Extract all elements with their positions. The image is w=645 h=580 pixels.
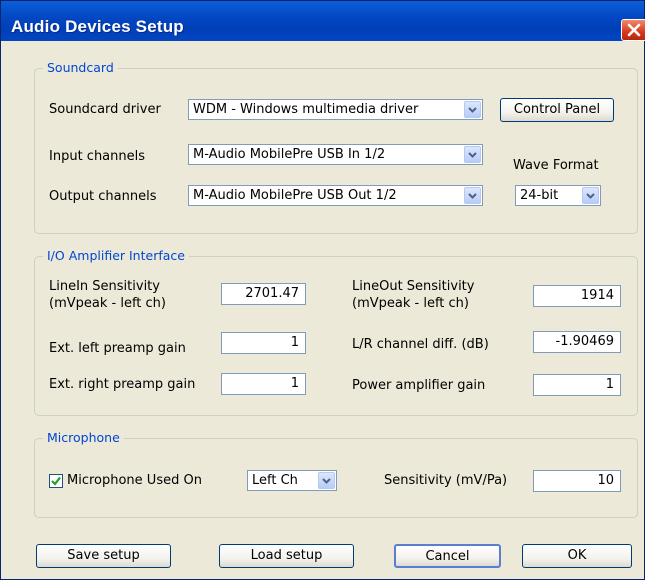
linein-sensitivity-label: LineIn Sensitivity (49, 279, 160, 294)
microphone-used-checkbox[interactable] (49, 474, 63, 488)
soundcard-driver-label: Soundcard driver (49, 102, 161, 117)
linein-sensitivity-sublabel: (mVpeak - left ch) (49, 296, 166, 311)
chevron-down-icon[interactable] (464, 146, 481, 163)
title-bar[interactable]: Audio Devices Setup (1, 1, 645, 41)
load-setup-button[interactable]: Load setup (219, 544, 354, 568)
output-channels-label: Output channels (49, 189, 157, 204)
ext-right-preamp-label: Ext. right preamp gain (49, 377, 196, 392)
cancel-button[interactable]: Cancel (394, 544, 501, 568)
lineout-sensitivity-sublabel: (mVpeak - left ch) (352, 296, 469, 311)
input-channels-value: M-Audio MobilePre USB In 1/2 (193, 147, 386, 162)
chevron-down-icon[interactable] (464, 101, 481, 118)
ext-right-preamp-field[interactable]: 1 (221, 373, 306, 395)
wave-format-select[interactable]: 24-bit (515, 185, 601, 206)
output-channels-value: M-Audio MobilePre USB Out 1/2 (193, 188, 397, 203)
audio-devices-setup-dialog: Audio Devices Setup Soundcard Soundcard … (0, 0, 645, 580)
control-panel-button[interactable]: Control Panel (500, 98, 614, 122)
ok-button[interactable]: OK (522, 544, 632, 568)
save-setup-button[interactable]: Save setup (36, 544, 171, 568)
lineout-sensitivity-field[interactable]: 1914 (533, 285, 621, 307)
close-button[interactable] (621, 19, 645, 41)
wave-format-label: Wave Format (513, 158, 599, 173)
chevron-down-icon[interactable] (464, 187, 481, 204)
chevron-down-icon[interactable] (318, 472, 335, 489)
microphone-sensitivity-label: Sensitivity (mV/Pa) (384, 473, 508, 488)
output-channels-select[interactable]: M-Audio MobilePre USB Out 1/2 (188, 185, 483, 206)
chevron-down-icon[interactable] (582, 187, 599, 204)
lr-channel-diff-label: L/R channel diff. (dB) (352, 337, 489, 352)
microphone-channel-select[interactable]: Left Ch (247, 470, 337, 491)
microphone-group-title: Microphone (43, 430, 124, 445)
soundcard-group-title: Soundcard (43, 60, 118, 75)
io-amplifier-group-title: I/O Amplifier Interface (43, 248, 189, 263)
ext-left-preamp-label: Ext. left preamp gain (49, 341, 186, 356)
window-title: Audio Devices Setup (11, 17, 184, 36)
wave-format-value: 24-bit (520, 188, 559, 203)
microphone-sensitivity-field[interactable]: 10 (533, 470, 621, 492)
lineout-sensitivity-label: LineOut Sensitivity (352, 279, 475, 294)
power-amplifier-gain-field[interactable]: 1 (533, 374, 621, 396)
input-channels-select[interactable]: M-Audio MobilePre USB In 1/2 (188, 144, 483, 165)
lr-channel-diff-field[interactable]: -1.90469 (533, 331, 621, 353)
soundcard-driver-value: WDM - Windows multimedia driver (193, 102, 419, 117)
soundcard-driver-select[interactable]: WDM - Windows multimedia driver (188, 99, 483, 120)
microphone-used-on-label[interactable]: Microphone Used On (67, 473, 202, 489)
linein-sensitivity-field[interactable]: 2701.47 (221, 283, 306, 305)
microphone-channel-value: Left Ch (252, 473, 298, 488)
input-channels-label: Input channels (49, 149, 146, 164)
power-amplifier-gain-label: Power amplifier gain (352, 378, 486, 393)
ext-left-preamp-field[interactable]: 1 (221, 332, 306, 354)
